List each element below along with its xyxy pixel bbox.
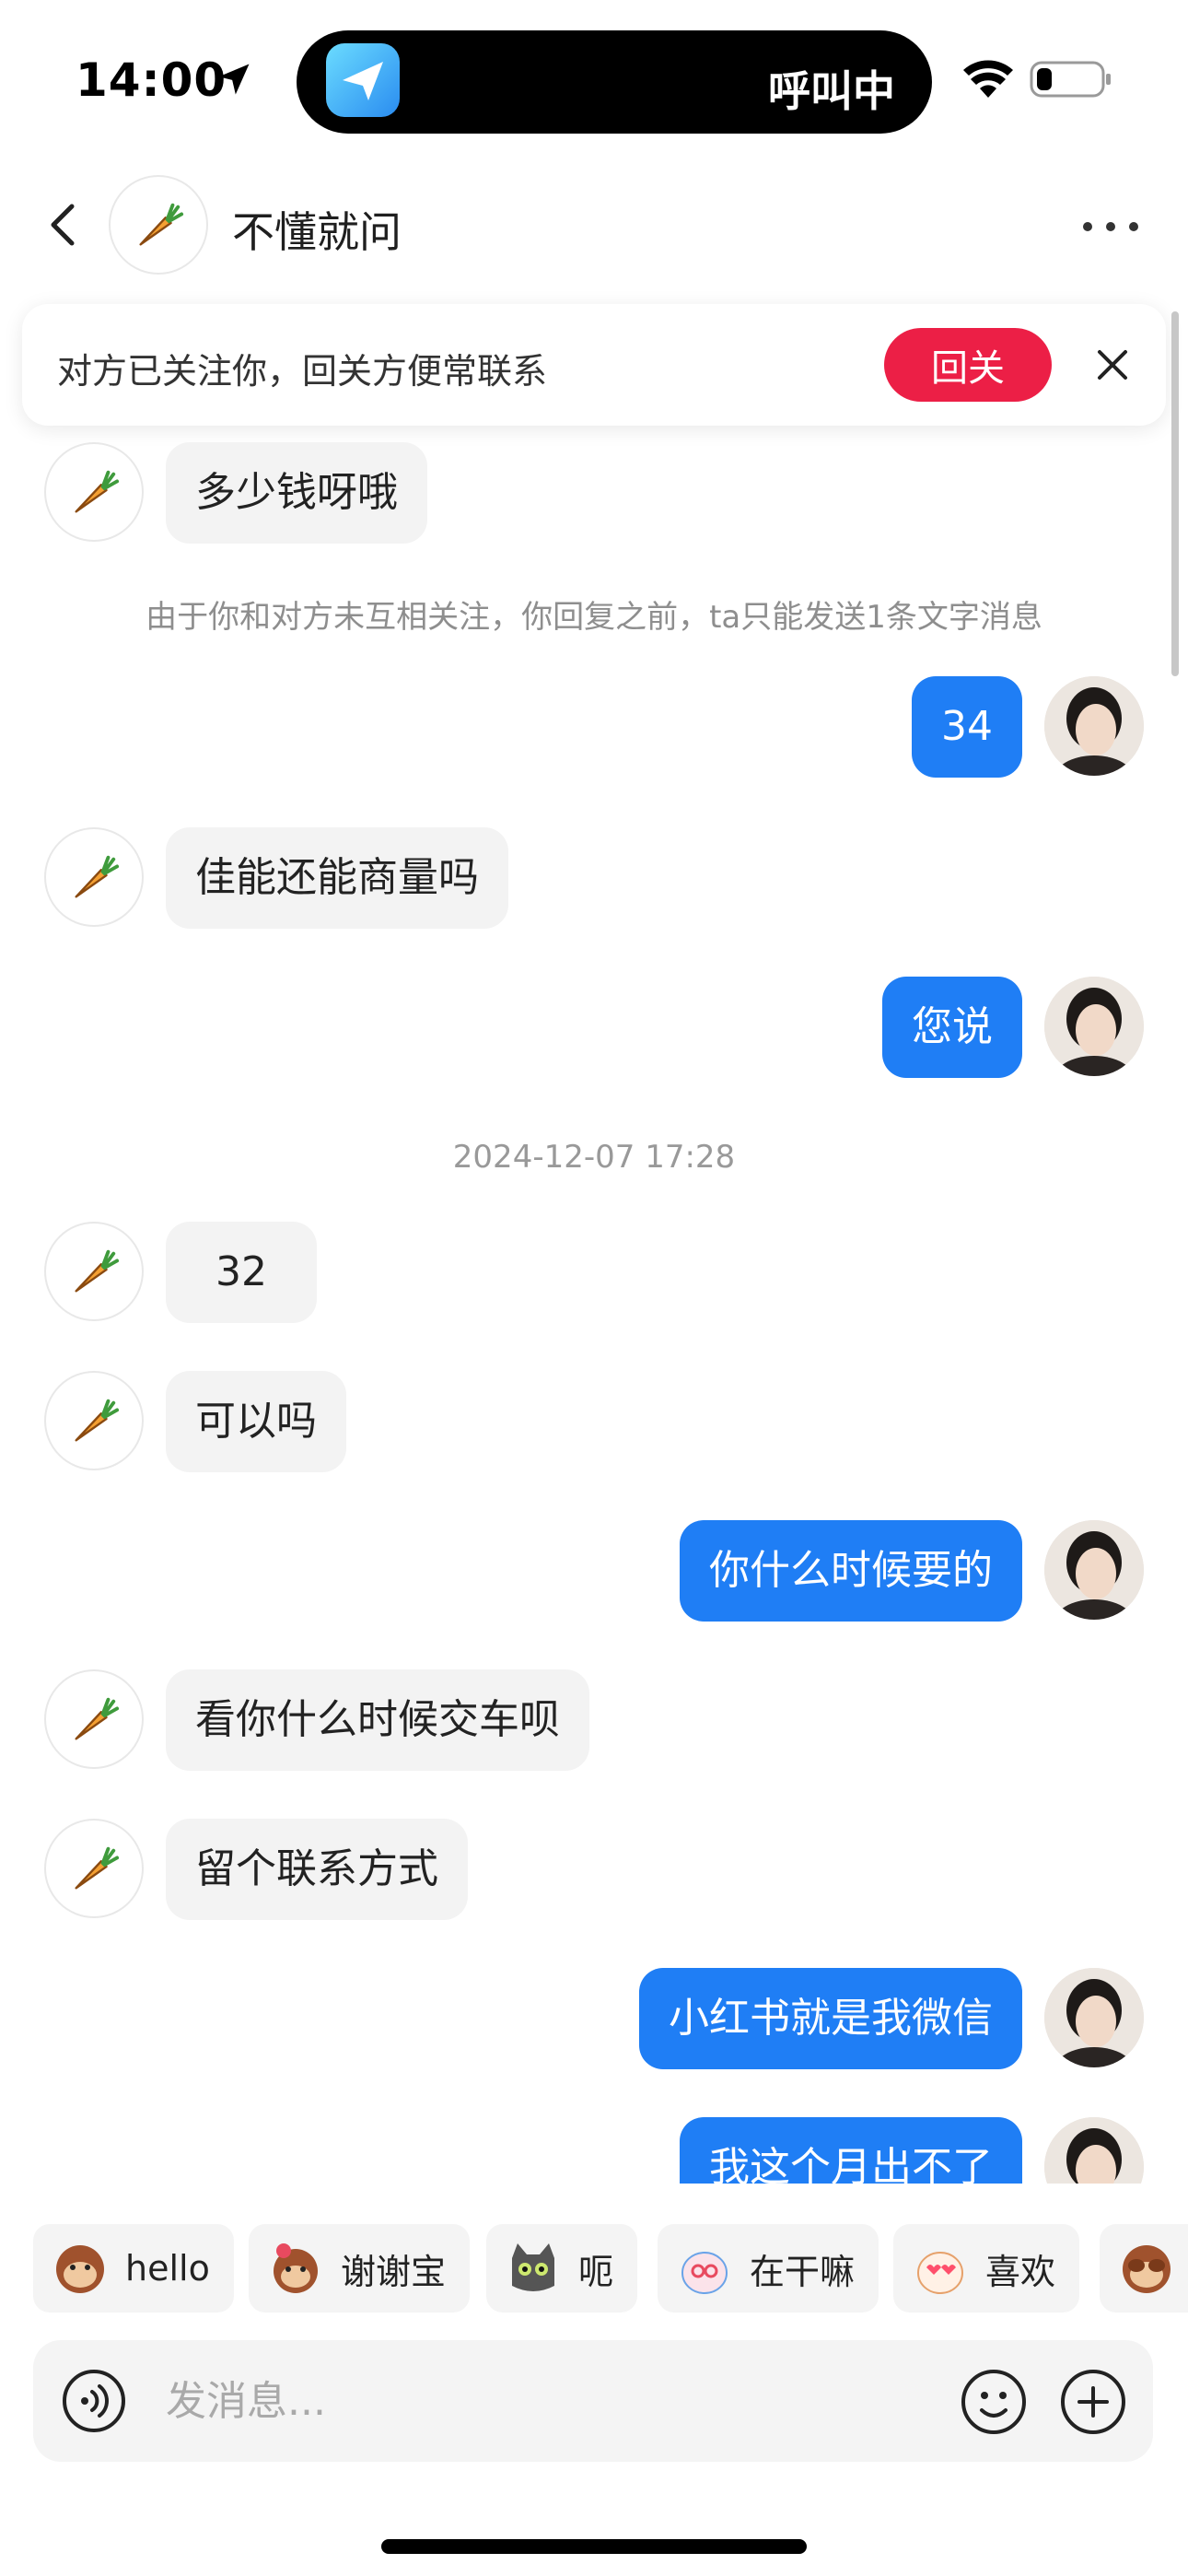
chat-header: 不懂就问	[0, 175, 1188, 276]
carrot-icon	[75, 855, 120, 898]
sticker-label: hello	[125, 2248, 210, 2289]
incoming-message: 留个联系方式	[0, 1819, 1188, 1920]
sticker-chip-whatsup[interactable]: 在干嘛	[658, 2224, 879, 2313]
plus-icon[interactable]	[1059, 2368, 1127, 2436]
dot-icon	[1129, 222, 1138, 231]
user-photo-icon	[1044, 676, 1144, 776]
carrot-icon	[139, 203, 184, 246]
chat-title: 不懂就问	[232, 207, 402, 257]
carrot-icon	[75, 1846, 120, 1890]
home-indicator[interactable]	[381, 2539, 807, 2554]
status-bar: 14:00 呼叫中	[0, 0, 1188, 157]
user-photo-icon	[1044, 1968, 1144, 2067]
monkey-cover-sticker-icon	[1123, 2245, 1171, 2293]
dot-icon	[1083, 222, 1092, 231]
battery-icon	[1030, 61, 1111, 98]
incoming-message: 多少钱呀哦	[0, 442, 1188, 544]
outgoing-message: 您说	[0, 977, 1188, 1078]
message-bubble[interactable]: 留个联系方式	[166, 1819, 468, 1920]
contact-avatar[interactable]	[44, 1669, 144, 1769]
user-photo-icon	[1044, 977, 1144, 1076]
message-input[interactable]	[166, 2362, 866, 2440]
call-app-icon	[326, 43, 400, 117]
island-calling-text: 呼叫中	[768, 66, 895, 116]
monkey-sticker-icon	[56, 2245, 104, 2293]
user-avatar[interactable]	[1044, 977, 1144, 1076]
message-bubble[interactable]: 我这个月出不了	[680, 2117, 1022, 2184]
user-avatar[interactable]	[1044, 2117, 1144, 2184]
message-bubble[interactable]: 34	[912, 676, 1022, 778]
carrot-icon	[75, 1249, 120, 1293]
contact-avatar[interactable]	[44, 1371, 144, 1470]
sticker-chip-uh[interactable]: 呃	[486, 2224, 638, 2313]
message-bubble[interactable]: 32	[166, 1222, 317, 1323]
sticker-label: 谢谢宝	[341, 2251, 447, 2292]
close-icon[interactable]	[1090, 343, 1135, 387]
bunny-sticker-icon	[681, 2252, 728, 2294]
outgoing-message: 你什么时候要的	[0, 1520, 1188, 1622]
incoming-message: 看你什么时候交车呗	[0, 1669, 1188, 1771]
carrot-icon	[75, 470, 120, 513]
follow-back-banner: 对方已关注你，回关方便常联系 回关	[22, 304, 1166, 426]
incoming-message: 佳能还能商量吗	[0, 827, 1188, 929]
system-notice: 由于你和对方未互相关注，你回复之前，ta只能发送1条文字消息	[146, 599, 1042, 636]
contact-avatar[interactable]	[44, 1222, 144, 1321]
user-avatar[interactable]	[1044, 1520, 1144, 1620]
outgoing-message: 我这个月出不了	[0, 2117, 1188, 2184]
message-input-bar	[33, 2340, 1153, 2462]
message-bubble[interactable]: 你什么时候要的	[680, 1520, 1022, 1622]
outgoing-message: 小红书就是我微信	[0, 1968, 1188, 2069]
sticker-chip-like[interactable]: 喜欢	[893, 2224, 1080, 2313]
contact-avatar[interactable]	[109, 175, 208, 275]
incoming-message: 32	[0, 1222, 1188, 1323]
user-avatar[interactable]	[1044, 1968, 1144, 2067]
carrot-icon	[75, 1697, 120, 1740]
dynamic-island[interactable]: 呼叫中	[297, 30, 932, 134]
bunny-love-sticker-icon	[917, 2252, 963, 2294]
sticker-label: 在干嘛	[750, 2251, 856, 2292]
user-avatar[interactable]	[1044, 676, 1144, 776]
user-photo-icon	[1044, 1520, 1144, 1620]
message-bubble[interactable]: 您说	[882, 977, 1022, 1078]
outgoing-message: 34	[0, 676, 1188, 778]
wifi-icon	[963, 60, 1013, 98]
message-bubble[interactable]: 小红书就是我微信	[639, 1968, 1022, 2069]
message-list[interactable]: 多少钱呀哦 由于你和对方未互相关注，你回复之前，ta只能发送1条文字消息 34 …	[0, 433, 1188, 2184]
sticker-chip-thanks[interactable]: 谢谢宝	[249, 2224, 471, 2313]
emoji-icon[interactable]	[960, 2368, 1028, 2436]
monkey-flower-sticker-icon	[274, 2243, 318, 2293]
contact-avatar[interactable]	[44, 1819, 144, 1918]
cat-sticker-icon	[512, 2243, 554, 2291]
follow-back-button[interactable]: 回关	[884, 328, 1052, 402]
sticker-chip-more[interactable]	[1100, 2224, 1188, 2313]
dot-icon	[1106, 222, 1115, 231]
sticker-chip-hello[interactable]: hello	[33, 2224, 234, 2313]
message-timestamp: 2024-12-07 17:28	[452, 1139, 736, 1176]
message-bubble[interactable]: 多少钱呀哦	[166, 442, 427, 544]
incoming-message: 可以吗	[0, 1371, 1188, 1472]
quick-sticker-bar[interactable]: hello 谢谢宝 呃 在干嘛 喜欢	[0, 2224, 1188, 2316]
sticker-label: 喜欢	[985, 2251, 1056, 2292]
user-photo-icon	[1044, 2117, 1144, 2184]
voice-input-icon[interactable]	[61, 2368, 127, 2434]
contact-avatar[interactable]	[44, 827, 144, 927]
message-bubble[interactable]: 可以吗	[166, 1371, 346, 1472]
message-bubble[interactable]: 佳能还能商量吗	[166, 827, 508, 929]
location-arrow-icon	[218, 64, 250, 95]
follow-banner-text: 对方已关注你，回关方便常联系	[57, 351, 548, 392]
sticker-label: 呃	[578, 2251, 614, 2292]
back-arrow-icon[interactable]	[37, 197, 92, 252]
more-options-button[interactable]	[1083, 208, 1138, 245]
contact-avatar[interactable]	[44, 442, 144, 542]
carrot-icon	[75, 1399, 120, 1442]
status-time: 14:00	[76, 53, 227, 107]
message-bubble[interactable]: 看你什么时候交车呗	[166, 1669, 589, 1771]
